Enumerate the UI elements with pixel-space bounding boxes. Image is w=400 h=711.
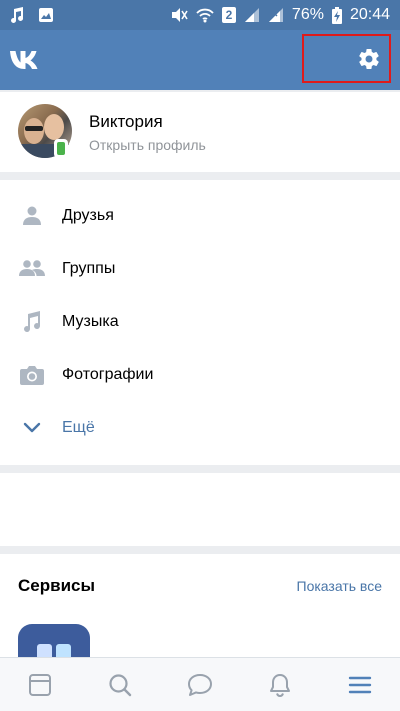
person-icon: [23, 206, 41, 225]
tab-notifications[interactable]: [240, 658, 320, 711]
battery-charging-icon: [331, 6, 342, 24]
menu-item-more[interactable]: Ещё: [0, 401, 400, 454]
services-title: Сервисы: [18, 576, 95, 595]
menu-item-label: Фотографии: [62, 365, 154, 383]
wifi-icon: [196, 8, 214, 23]
tab-news[interactable]: [0, 658, 80, 711]
notifications-icon: [270, 673, 290, 697]
vk-logo: [10, 51, 38, 69]
people-icon: [19, 259, 45, 276]
menu-item-label: Группы: [62, 259, 116, 277]
messages-icon: [188, 673, 212, 696]
menu-icon: [348, 676, 372, 693]
top-bar: [0, 30, 400, 90]
menu-item-label: Музыка: [62, 312, 119, 330]
menu-item-label: Друзья: [62, 206, 114, 224]
search-icon: [109, 673, 132, 696]
gear-icon: [359, 48, 379, 69]
profile-name[interactable]: Виктория: [89, 112, 163, 132]
tab-menu[interactable]: [320, 658, 400, 711]
bottom-tab-bar: [0, 657, 400, 711]
menu-item-label: Ещё: [62, 418, 95, 436]
news-icon: [29, 673, 51, 696]
menu-item-groups[interactable]: Группы: [0, 242, 400, 295]
battery-percent: 76%: [291, 6, 324, 23]
music-note-icon: [24, 310, 41, 332]
sim-indicator: 2: [221, 7, 236, 23]
mute-icon: [171, 8, 188, 22]
empty-section: [0, 473, 400, 546]
signal-2-icon: [268, 8, 283, 22]
camera-icon: [20, 365, 44, 385]
service-app-icon[interactable]: [18, 624, 90, 657]
menu-item-photos[interactable]: Фотографии: [0, 348, 400, 401]
profile-card[interactable]: Виктория Открыть профиль: [0, 92, 400, 172]
tab-messages[interactable]: [160, 658, 240, 711]
signal-icon: [244, 8, 259, 22]
clock: 20:44: [349, 6, 390, 23]
image-notification-icon: [39, 8, 53, 22]
mobile-online-icon: [54, 139, 68, 158]
chevron-down-icon: [23, 422, 41, 432]
main-menu: Друзья Группы Музыка Фотографии Ещё: [0, 180, 400, 465]
services-section: Сервисы Показать все: [0, 554, 400, 657]
status-bar: 2 76% 20:44: [0, 0, 400, 30]
show-all-link[interactable]: Показать все: [297, 578, 382, 594]
settings-button[interactable]: [302, 34, 391, 83]
open-profile-link[interactable]: Открыть профиль: [89, 137, 206, 153]
menu-item-music[interactable]: Музыка: [0, 295, 400, 348]
tab-search[interactable]: [80, 658, 160, 711]
menu-item-friends[interactable]: Друзья: [0, 189, 400, 242]
music-notification-icon: [11, 7, 24, 23]
